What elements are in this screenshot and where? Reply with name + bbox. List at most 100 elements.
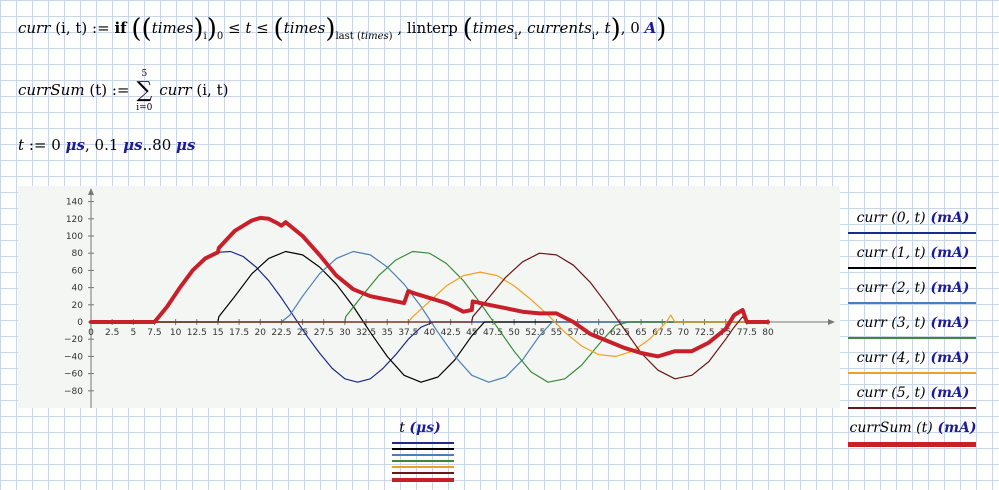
- legend-entry[interactable]: currSum (t) (mA): [848, 420, 978, 447]
- if-keyword: if: [114, 19, 127, 37]
- assign-operator: :=: [28, 136, 47, 154]
- legend-label: curr (4, t): [856, 350, 926, 366]
- range-end-unit: μs: [176, 136, 196, 154]
- sub-zero: 0: [216, 31, 224, 42]
- plot-canvas: 140 120 100 80 60 40 20 0 −20 −40 −60 −80 0 2.5 5 7.5 10…: [64, 188, 835, 408]
- x-axis-trace-marker: [392, 460, 454, 462]
- y-tick-label: 40: [72, 284, 84, 294]
- curr-args: (i, t): [55, 19, 88, 37]
- legend-entry[interactable]: curr (3, t) (mA): [848, 315, 978, 339]
- y-axis-arrow: [88, 188, 94, 195]
- sub-i-2: i: [514, 31, 518, 42]
- times-var-3: times: [472, 19, 515, 37]
- x-tick-label: 70: [678, 328, 690, 338]
- x-axis-trace-marker: [392, 448, 454, 450]
- x-tick-label: 50: [508, 328, 520, 338]
- y-tick-label: 60: [72, 266, 84, 276]
- currsum-definition[interactable]: currSum (t) := 5 ∑ i=0 curr (i, t): [18, 68, 228, 114]
- x-tick-label: 40: [424, 328, 436, 338]
- assign-operator: :=: [111, 81, 130, 99]
- x-tick-label: 77.5: [737, 328, 757, 338]
- x-tick-label: 15: [212, 328, 223, 338]
- legend-entry[interactable]: curr (2, t) (mA): [848, 280, 978, 304]
- x-tick-label: 47.5: [483, 328, 503, 338]
- x-tick-label: 12.5: [187, 328, 207, 338]
- x-axis-trace-marker: [392, 472, 454, 474]
- y-tick-label: −80: [64, 387, 83, 397]
- legend-swatch: [848, 267, 976, 269]
- currents-var: currents: [527, 19, 592, 37]
- legend-unit: (mA): [925, 350, 970, 366]
- legend-unit: (mA): [932, 420, 977, 436]
- legend-label: curr (1, t): [856, 245, 926, 261]
- range-step-unit: μs: [123, 136, 143, 154]
- legend-label: curr (5, t): [856, 385, 926, 401]
- legend-unit: (mA): [925, 280, 970, 296]
- legend-swatch: [848, 232, 976, 234]
- y-tick-label: 20: [72, 301, 84, 311]
- times-var-1: times: [151, 19, 194, 37]
- ampere-unit: A: [644, 19, 657, 37]
- y-tick-label: 100: [66, 232, 83, 242]
- x-tick-label: 35: [381, 328, 392, 338]
- sub-i-3: i: [591, 31, 595, 42]
- currsum-args: (t): [89, 81, 108, 99]
- currsum-function-name: currSum: [18, 81, 85, 99]
- x-tick-label: 22.5: [271, 328, 291, 338]
- legend-swatch: [848, 372, 976, 374]
- legend-entry[interactable]: curr (0, t) (mA): [848, 210, 978, 234]
- xy-plot[interactable]: 140 120 100 80 60 40 20 0 −20 −40 −60 −80 0 2.5 5 7.5 10…: [18, 186, 840, 408]
- x-axis-arrow: [828, 319, 835, 325]
- series-line: [90, 271, 769, 357]
- legend-label: currSum (t): [849, 420, 933, 436]
- linterp-function: linterp: [406, 19, 458, 37]
- y-tick-label: −20: [64, 335, 83, 345]
- y-tick-label: 140: [66, 198, 83, 208]
- sum-lower-limit: i=0: [136, 103, 153, 113]
- legend-entry[interactable]: curr (1, t) (mA): [848, 245, 978, 269]
- legend-entry[interactable]: curr (4, t) (mA): [848, 350, 978, 374]
- x-tick-label: 27.5: [314, 328, 334, 338]
- le-operator-2: ≤: [256, 19, 269, 37]
- x-tick-label: 7.5: [147, 328, 161, 338]
- x-tick-label: 20: [255, 328, 267, 338]
- x-tick-label: 17.5: [229, 328, 249, 338]
- curr-function-name: curr: [18, 19, 51, 37]
- x-tick-label: 2.5: [105, 328, 119, 338]
- legend-swatch: [848, 442, 976, 447]
- x-tick-label: 30: [339, 328, 351, 338]
- curr-definition[interactable]: curr (i, t) := if ((times)i)0 ≤ t ≤ (tim…: [18, 14, 666, 44]
- curr-call: curr: [159, 81, 192, 99]
- y-tick-label: −60: [64, 370, 83, 380]
- legend-unit: (mA): [925, 210, 970, 226]
- x-axis-variable: t: [399, 420, 405, 436]
- range-end: 80: [152, 136, 172, 154]
- range-definition[interactable]: t := 0 μs, 0.1 μs..80 μs: [18, 136, 195, 154]
- x-tick-label: 72.5: [695, 328, 715, 338]
- legend-unit: (mA): [925, 315, 970, 331]
- range-start: 0: [51, 136, 61, 154]
- y-tick-label: 120: [66, 215, 83, 225]
- legend-label: curr (0, t): [856, 210, 926, 226]
- y-tick-label: 80: [72, 249, 84, 259]
- range-step: 0.1: [94, 136, 119, 154]
- x-axis-trace-marker: [392, 466, 454, 468]
- x-axis-label[interactable]: t (μs): [385, 420, 455, 436]
- x-tick-label: 10: [170, 328, 182, 338]
- range-separator: ..: [142, 136, 153, 154]
- zero-value: 0: [630, 19, 640, 37]
- x-tick-label: 55: [551, 328, 562, 338]
- x-tick-label: 80: [762, 328, 774, 338]
- x-tick-label: 0: [88, 328, 94, 338]
- legend-swatch: [848, 337, 976, 339]
- legend-entry[interactable]: curr (5, t) (mA): [848, 385, 978, 409]
- legend-label: curr (3, t): [856, 315, 926, 331]
- sub-last: last (times): [335, 31, 393, 42]
- t-var-1: t: [245, 19, 252, 37]
- legend-swatch: [848, 407, 976, 409]
- assign-operator: :=: [92, 19, 110, 37]
- legend-unit: (mA): [925, 245, 970, 261]
- legend-label: curr (2, t): [856, 280, 926, 296]
- x-tick-label: 5: [130, 328, 136, 338]
- x-axis-trace-marker: [392, 442, 454, 444]
